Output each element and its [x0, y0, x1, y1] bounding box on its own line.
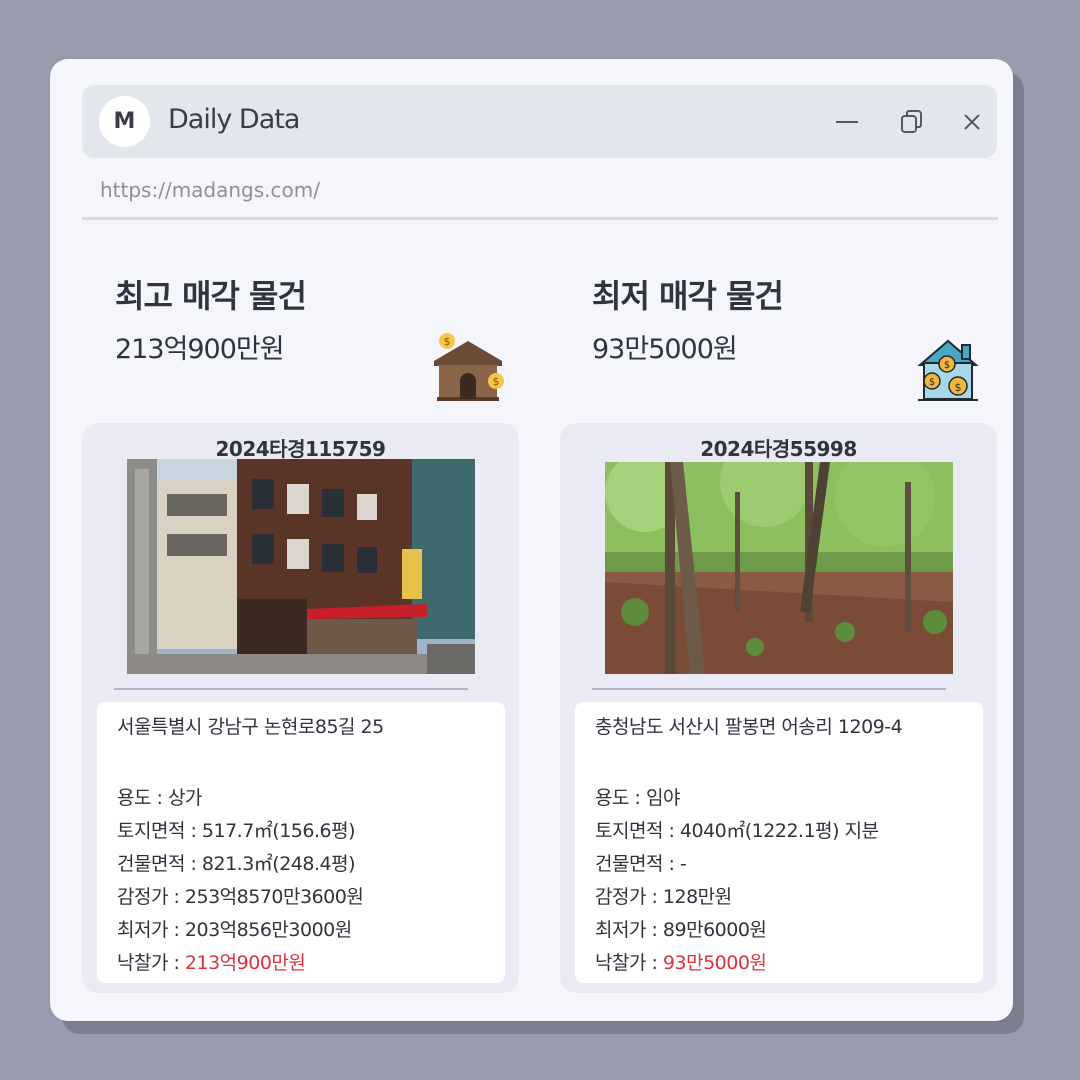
- building-area-label: 건물면적 :: [595, 853, 680, 875]
- card-divider: [592, 688, 946, 690]
- highest-heading: 최고 매각 물건: [115, 277, 307, 315]
- winning-bid-value: 93만5000원: [662, 952, 767, 974]
- title-bar: M Daily Data: [82, 85, 997, 158]
- highest-card[interactable]: 2024타경115759 서울특별시 강남구 논현로85길 25 용도: 상가…: [82, 423, 519, 993]
- app-logo: M: [99, 96, 150, 147]
- minimum-price-value: 89만6000원: [662, 919, 767, 941]
- land-area-row: 토지면적 : 4040㎡(1222.1평) 지분: [595, 815, 963, 848]
- lowest-price: 93만5000원: [592, 334, 738, 365]
- header-divider: [82, 217, 998, 220]
- url-text[interactable]: https://madangs.com/: [100, 178, 320, 202]
- card-divider: [114, 688, 468, 690]
- building-area-value: -: [679, 853, 687, 875]
- winning-bid-label: 낙찰가 :: [117, 952, 185, 974]
- usage-value: 임야: [645, 787, 680, 809]
- appraisal-label: 감정가 :: [117, 886, 185, 908]
- building-area-label: 건물면적 :: [117, 853, 202, 875]
- svg-text:$: $: [444, 335, 451, 348]
- land-area-row: 토지면적 : 517.7㎡(156.6평): [117, 815, 485, 848]
- building-area-row: 건물면적 : -: [595, 848, 963, 881]
- winning-bid-row: 낙찰가 : 93만5000원: [595, 947, 963, 980]
- house-money-icon: $ $: [434, 333, 504, 401]
- address: 충청남도 서산시 팔봉면 어송리 1209-4: [595, 716, 903, 738]
- appraisal-value: 253억8570만3600원: [184, 886, 364, 908]
- winning-bid-label: 낙찰가 :: [595, 952, 663, 974]
- appraisal-row: 감정가 : 253억8570만3600원: [117, 881, 485, 914]
- minimize-icon: [836, 121, 858, 123]
- usage-value: 상가: [167, 787, 202, 809]
- land-area-value: 517.7㎡(156.6평): [201, 820, 356, 842]
- case-number: 2024타경55998: [700, 437, 857, 461]
- svg-text:$: $: [929, 377, 935, 388]
- case-number: 2024타경115759: [215, 437, 386, 461]
- close-icon: [964, 114, 980, 130]
- minimum-price-value: 203억856만3000원: [184, 919, 352, 941]
- usage-label: 용도 :: [117, 787, 168, 809]
- minimum-price-row: 최저가 : 89만6000원: [595, 914, 963, 947]
- appraisal-row: 감정가 : 128만원: [595, 881, 963, 914]
- lowest-card[interactable]: 2024타경55998 충청남도 서산시 팔봉면 어송리 1209-4 용도:…: [560, 423, 997, 993]
- building-area-value: 821.3㎡(248.4평): [201, 853, 356, 875]
- land-area-label: 토지면적 :: [595, 820, 680, 842]
- forest-photo: [605, 462, 953, 674]
- winning-bid-value: 213억900만원: [184, 952, 306, 974]
- svg-text:$: $: [944, 360, 950, 371]
- appraisal-label: 감정가 :: [595, 886, 663, 908]
- usage-row: 용도 : 상가: [117, 782, 485, 815]
- land-area-label: 토지면적 :: [117, 820, 202, 842]
- building-area-row: 건물면적 : 821.3㎡(248.4평): [117, 848, 485, 881]
- close-button[interactable]: [957, 107, 987, 137]
- svg-text:$: $: [493, 375, 500, 388]
- app-title: Daily Data: [168, 104, 300, 135]
- minimum-price-row: 최저가 : 203억856만3000원: [117, 914, 485, 947]
- brick-building-photo: [127, 459, 475, 674]
- land-area-value: 4040㎡(1222.1평) 지분: [679, 820, 879, 842]
- lowest-heading: 최저 매각 물건: [592, 277, 784, 315]
- minimize-button[interactable]: [832, 107, 862, 137]
- property-details: 서울특별시 강남구 논현로85길 25 용도 : 상가 토지면적 : 517.7…: [97, 702, 505, 983]
- app-window: M Daily Data https://madangs.com/ 최고 매각 …: [50, 59, 1013, 1021]
- restore-icon: [901, 110, 922, 133]
- minimum-price-label: 최저가 :: [595, 919, 663, 941]
- minimum-price-label: 최저가 :: [117, 919, 185, 941]
- property-details: 충청남도 서산시 팔봉면 어송리 1209-4 용도 : 임야 토지면적 : 4…: [575, 702, 983, 983]
- usage-row: 용도 : 임야: [595, 782, 963, 815]
- restore-button[interactable]: [897, 107, 927, 137]
- highest-price: 213억900만원: [115, 334, 285, 365]
- winning-bid-row: 낙찰가 : 213억900만원: [117, 947, 485, 980]
- appraisal-value: 128만원: [662, 886, 732, 908]
- address: 서울특별시 강남구 논현로85길 25: [117, 716, 384, 738]
- svg-text:$: $: [955, 381, 962, 394]
- usage-label: 용도 :: [595, 787, 646, 809]
- house-coins-icon: $ $ $: [917, 339, 979, 401]
